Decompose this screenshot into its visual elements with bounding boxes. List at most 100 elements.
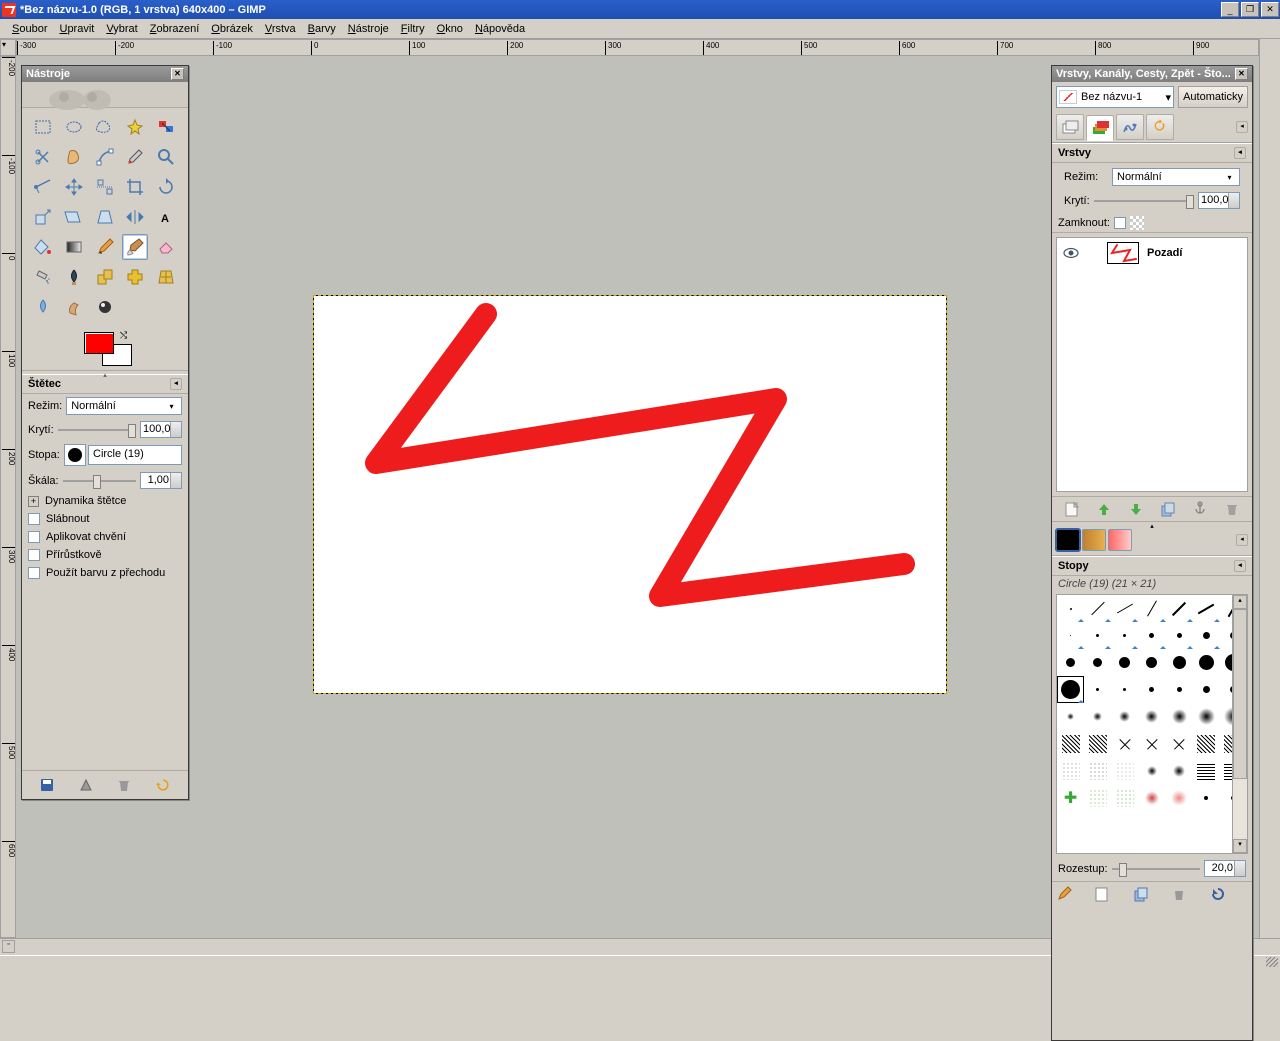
swap-colors-icon[interactable]: ⤭: [120, 330, 127, 341]
opacity-value[interactable]: 100,0: [140, 421, 182, 438]
scale-slider[interactable]: [63, 474, 136, 488]
quickmask-toggle[interactable]: ▫: [2, 940, 15, 953]
brush-cell[interactable]: [1193, 676, 1220, 703]
layer-thumbnail[interactable]: [1107, 242, 1139, 264]
brush-cell[interactable]: [1057, 622, 1084, 649]
menu-okno[interactable]: Okno: [431, 21, 469, 37]
layer-opacity-value[interactable]: 100,0: [1198, 192, 1240, 209]
brush-cell[interactable]: [1111, 595, 1138, 622]
brush-cell[interactable]: [1057, 730, 1084, 757]
brush-cell[interactable]: [1057, 757, 1084, 784]
dynamics-expander[interactable]: +: [28, 496, 39, 507]
brush-cell[interactable]: ✚: [1057, 784, 1084, 811]
brush-cell[interactable]: [1138, 649, 1165, 676]
tool-align[interactable]: [92, 174, 118, 200]
menu-nastroje[interactable]: Nástroje: [342, 21, 395, 37]
tool-flip[interactable]: [122, 204, 148, 230]
tool-perspective[interactable]: [92, 204, 118, 230]
tool-paths[interactable]: [92, 144, 118, 170]
tool-move[interactable]: [61, 174, 87, 200]
brush-name-field[interactable]: Circle (19): [88, 445, 182, 465]
tool-color-picker[interactable]: [122, 144, 148, 170]
tab-patterns[interactable]: [1082, 529, 1106, 551]
menu-vrstva[interactable]: Vrstva: [259, 21, 302, 37]
tool-color-select[interactable]: [153, 114, 179, 140]
visibility-icon[interactable]: [1063, 247, 1079, 259]
duplicate-brush-icon[interactable]: [1133, 886, 1171, 1036]
restore-options-icon[interactable]: [78, 777, 94, 793]
tool-blend[interactable]: [61, 234, 87, 260]
duplicate-layer-icon[interactable]: [1160, 501, 1176, 517]
brush-cell[interactable]: [1138, 676, 1165, 703]
menu-zobrazeni[interactable]: Zobrazení: [144, 21, 206, 37]
maximize-button[interactable]: ❐: [1241, 2, 1259, 17]
new-brush-icon[interactable]: [1094, 886, 1132, 1036]
brush-cell[interactable]: [1138, 595, 1165, 622]
brush-cell[interactable]: [1057, 676, 1084, 703]
brush-cell[interactable]: [1084, 622, 1111, 649]
jitter-checkbox[interactable]: [28, 531, 40, 543]
brush-cell[interactable]: [1084, 595, 1111, 622]
brush-cell[interactable]: [1057, 595, 1084, 622]
tool-crop[interactable]: [122, 174, 148, 200]
tool-scale[interactable]: [30, 204, 56, 230]
tool-smudge[interactable]: [61, 294, 87, 320]
image-selector[interactable]: Bez názvu-1 ▾: [1056, 86, 1174, 108]
mode-combo[interactable]: Normální▾: [66, 397, 182, 415]
options-menu-button[interactable]: ◂: [170, 378, 182, 390]
brush-cell[interactable]: [1111, 676, 1138, 703]
menu-soubor[interactable]: Soubor: [6, 21, 53, 37]
brushes-tabs-menu[interactable]: ◂: [1236, 534, 1248, 546]
brush-cell[interactable]: [1084, 703, 1111, 730]
brush-cell[interactable]: [1166, 676, 1193, 703]
reset-options-icon[interactable]: [155, 777, 171, 793]
brush-cell[interactable]: [1057, 649, 1084, 676]
brush-cell[interactable]: [1166, 703, 1193, 730]
brush-cell[interactable]: [1166, 730, 1193, 757]
ruler-vertical[interactable]: -200-1000100200300400500600: [0, 56, 16, 938]
tool-eraser[interactable]: [153, 234, 179, 260]
gradient-checkbox[interactable]: [28, 567, 40, 579]
tool-ink[interactable]: [61, 264, 87, 290]
brush-cell[interactable]: [1193, 784, 1220, 811]
layers-dock-close-button[interactable]: ✕: [1235, 68, 1248, 80]
spacing-slider[interactable]: [1112, 862, 1200, 876]
brush-cell[interactable]: [1084, 757, 1111, 784]
brush-cell[interactable]: [1138, 784, 1165, 811]
fg-color-swatch[interactable]: [84, 332, 114, 354]
brush-cell[interactable]: [1166, 784, 1193, 811]
brush-cell[interactable]: [1166, 595, 1193, 622]
edit-brush-icon[interactable]: [1056, 886, 1094, 1036]
brush-cell[interactable]: [1138, 703, 1165, 730]
tab-channels[interactable]: [1116, 114, 1144, 140]
anchor-layer-icon[interactable]: [1192, 501, 1208, 517]
new-layer-icon[interactable]: [1064, 501, 1080, 517]
brush-cell[interactable]: [1084, 784, 1111, 811]
tool-zoom[interactable]: [153, 144, 179, 170]
brush-cell[interactable]: [1111, 622, 1138, 649]
tool-measure[interactable]: [30, 174, 56, 200]
spacing-value[interactable]: 20,0: [1204, 860, 1246, 877]
layer-opacity-slider[interactable]: [1094, 194, 1194, 208]
tool-bucket-fill[interactable]: [30, 234, 56, 260]
tab-brushes[interactable]: [1056, 529, 1080, 551]
brushes-menu-button[interactable]: ◂: [1234, 560, 1246, 572]
brush-cell[interactable]: [1111, 784, 1138, 811]
lock-checkbox[interactable]: [1114, 217, 1126, 229]
lock-alpha-icon[interactable]: [1130, 216, 1144, 230]
tool-ellipse-select[interactable]: [61, 114, 87, 140]
brush-scrollbar[interactable]: ▴▾: [1232, 595, 1247, 853]
brush-cell[interactable]: [1138, 622, 1165, 649]
fade-checkbox[interactable]: [28, 513, 40, 525]
layer-row[interactable]: Pozadí: [1057, 238, 1247, 268]
scrollbar-vertical[interactable]: [1259, 39, 1280, 938]
canvas[interactable]: [314, 296, 946, 693]
brush-cell[interactable]: [1166, 622, 1193, 649]
raise-layer-icon[interactable]: [1096, 501, 1112, 517]
tool-free-select[interactable]: [92, 114, 118, 140]
tool-perspective-clone[interactable]: [153, 264, 179, 290]
menu-upravit[interactable]: Upravit: [53, 21, 100, 37]
layers-menu-button[interactable]: ◂: [1234, 147, 1246, 159]
brush-cell[interactable]: [1084, 649, 1111, 676]
tab-gradients[interactable]: [1108, 529, 1132, 551]
